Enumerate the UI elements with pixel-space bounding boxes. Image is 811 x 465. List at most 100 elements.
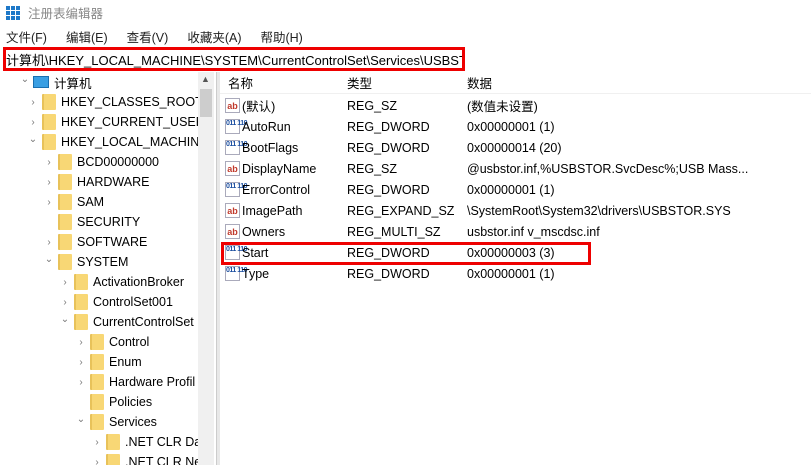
chevron-right-icon[interactable]: ›	[60, 277, 70, 288]
tree-item[interactable]: SECURITY	[44, 212, 140, 232]
tree-item[interactable]: › SAM	[44, 192, 104, 212]
tree-item[interactable]: › ActivationBroker	[60, 272, 184, 292]
chevron-right-icon[interactable]: ›	[92, 457, 102, 465]
value-data: 0x00000014 (20)	[467, 140, 562, 155]
folder-icon	[42, 94, 56, 110]
value-row[interactable]: ab Owners REG_MULTI_SZ usbstor.inf v_mscdsc…	[220, 221, 811, 242]
tree-item-label: SOFTWARE	[77, 235, 148, 249]
value-row[interactable]: 011 110 ErrorControl REG_DWORD 0x00000001 (…	[220, 179, 811, 200]
chevron-right-icon[interactable]: ›	[92, 437, 102, 448]
folder-icon	[106, 454, 120, 465]
menu-file[interactable]: 文件(F)	[6, 27, 47, 46]
scroll-up-icon[interactable]: ▲	[201, 74, 210, 84]
values-pane: 名称 类型 数据 ab (默认) REG_SZ (数值未设置) 011 110 AutoR…	[220, 72, 811, 465]
value-name: BootFlags	[242, 140, 299, 155]
binary-value-icon: 011 110	[225, 140, 248, 155]
folder-icon	[74, 294, 88, 310]
tree-item-label: HKEY_CURRENT_USER	[61, 115, 205, 129]
folder-icon	[58, 154, 72, 170]
chevron-right-icon[interactable]: ›	[60, 297, 70, 308]
tree-item-label: .NET CLR Ne	[125, 455, 202, 465]
chevron-down-icon[interactable]: ⌄	[76, 414, 86, 425]
tree-item-label: SYSTEM	[77, 255, 129, 269]
scroll-thumb[interactable]	[200, 89, 212, 117]
value-type: REG_SZ	[347, 98, 398, 113]
tree-item[interactable]: Policies	[76, 392, 152, 412]
value-row[interactable]: ab ImagePath REG_EXPAND_SZ \SystemRoot\Syst…	[220, 200, 811, 221]
folder-icon	[42, 134, 56, 150]
string-value-icon: ab	[225, 161, 240, 176]
tree-item[interactable]: › SOFTWARE	[44, 232, 147, 252]
column-data[interactable]: 数据	[467, 73, 492, 92]
folder-icon	[90, 354, 104, 370]
chevron-right-icon[interactable]: ›	[28, 117, 38, 128]
menu-favorites[interactable]: 收藏夹(A)	[187, 27, 241, 46]
folder-icon	[58, 254, 72, 270]
tree-item[interactable]: › HKEY_CURRENT_USER	[28, 112, 205, 132]
tree-item-label: HKEY_CLASSES_ROOT	[61, 95, 203, 109]
tree-item[interactable]: › Control	[76, 332, 149, 352]
chevron-right-icon[interactable]: ›	[44, 157, 54, 168]
address-bar[interactable]: 计算机\HKEY_LOCAL_MACHINE\SYSTEM\CurrentCon…	[3, 47, 465, 71]
tree-item-label: Enum	[109, 355, 142, 369]
value-type: REG_DWORD	[347, 266, 430, 281]
value-name: DisplayName	[242, 161, 317, 176]
string-value-icon: ab	[225, 203, 240, 218]
chevron-right-icon[interactable]: ›	[76, 357, 86, 368]
value-data: 0x00000001 (1)	[467, 182, 555, 197]
binary-value-icon: 011 110	[225, 119, 248, 134]
chevron-down-icon[interactable]: ⌄	[20, 74, 30, 85]
value-data: usbstor.inf v_mscdsc.inf	[467, 224, 600, 239]
folder-icon	[42, 114, 56, 130]
value-row[interactable]: ab (默认) REG_SZ (数值未设置)	[220, 95, 811, 116]
menu-help[interactable]: 帮助(H)	[260, 27, 302, 46]
value-type: REG_DWORD	[347, 182, 430, 197]
tree-item[interactable]: ⌄ Services	[76, 412, 157, 432]
tree-item[interactable]: ⌄ HKEY_LOCAL_MACHINE	[28, 132, 208, 152]
chevron-right-icon[interactable]: ›	[44, 177, 54, 188]
chevron-down-icon[interactable]: ⌄	[28, 134, 38, 145]
chevron-down-icon[interactable]: ⌄	[44, 254, 54, 265]
key-tree: ⌄ 计算机 › HKEY_CLASSES_ROOT › HKEY_CURRENT_USER…	[0, 72, 216, 465]
folder-icon	[58, 194, 72, 210]
chevron-right-icon[interactable]: ›	[28, 97, 38, 108]
start-highlight-box	[221, 242, 591, 265]
chevron-right-icon[interactable]: ›	[44, 237, 54, 248]
tree-item-label: .NET CLR Dat	[125, 435, 205, 449]
value-type: REG_EXPAND_SZ	[347, 203, 455, 218]
menu-view[interactable]: 查看(V)	[127, 27, 169, 46]
tree-item[interactable]: › Enum	[76, 352, 142, 372]
tree-item-label: SECURITY	[77, 215, 141, 229]
value-row[interactable]: 011 110 BootFlags REG_DWORD 0x00000014 (20)	[220, 137, 811, 158]
chevron-right-icon[interactable]: ›	[44, 197, 54, 208]
tree-item[interactable]: › .NET CLR Ne	[92, 452, 201, 465]
value-row[interactable]: 011 110 Type REG_DWORD 0x00000001 (1)	[220, 263, 811, 284]
value-row[interactable]: 011 110 AutoRun REG_DWORD 0x00000001 (1)	[220, 116, 811, 137]
chevron-right-icon[interactable]: ›	[76, 337, 86, 348]
tree-item-label: ControlSet001	[93, 295, 173, 309]
tree-item[interactable]: › ControlSet001	[60, 292, 173, 312]
value-name: AutoRun	[242, 119, 291, 134]
tree-item[interactable]: › HKEY_CLASSES_ROOT	[28, 92, 203, 112]
regedit-app-icon	[6, 5, 20, 20]
value-data: 0x00000001 (1)	[467, 266, 555, 281]
tree-item-label: HARDWARE	[77, 175, 150, 189]
tree-item[interactable]: › Hardware Profil	[76, 372, 195, 392]
column-type[interactable]: 类型	[347, 73, 372, 92]
tree-item[interactable]: › HARDWARE	[44, 172, 149, 192]
folder-icon	[58, 214, 72, 230]
tree-item[interactable]: ⌄ SYSTEM	[44, 252, 128, 272]
window-title: 注册表编辑器	[28, 7, 104, 21]
value-row[interactable]: ab DisplayName REG_SZ @usbstor.inf,%USBSTOR…	[220, 158, 811, 179]
menu-edit[interactable]: 编辑(E)	[66, 27, 108, 46]
chevron-right-icon[interactable]: ›	[76, 377, 86, 388]
tree-item[interactable]: › BCD00000000	[44, 152, 159, 172]
chevron-down-icon[interactable]: ⌄	[60, 314, 70, 325]
column-name[interactable]: 名称	[228, 73, 253, 92]
string-value-icon: ab	[225, 98, 240, 113]
tree-scrollbar[interactable]: ▲	[198, 72, 214, 465]
tree-item[interactable]: ⌄ 计算机	[20, 72, 92, 92]
tree-item[interactable]: › .NET CLR Dat	[92, 432, 205, 452]
tree-item[interactable]: ⌄ CurrentControlSet	[60, 312, 194, 332]
folder-icon	[58, 174, 72, 190]
